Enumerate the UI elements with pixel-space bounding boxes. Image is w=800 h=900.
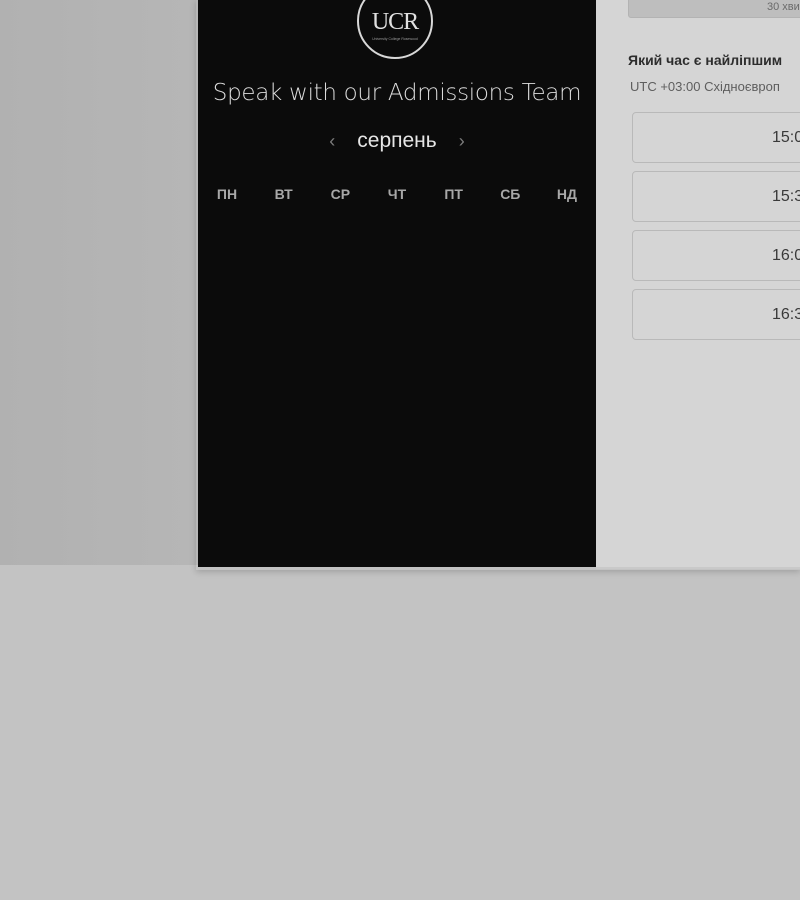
chevron-left-icon[interactable]: ‹ [325, 126, 339, 156]
scheduler-title: Speak with our Admissions Team [212, 80, 582, 106]
time-slot-button[interactable]: 16:3 [632, 289, 800, 340]
time-slot-label: 16:0 [772, 247, 800, 264]
logo-text: UCR [371, 9, 419, 35]
weekday-fri: ПТ [444, 186, 463, 202]
timezone-selector[interactable]: UTC +03:00 Східноєвроп [630, 79, 780, 94]
weekday-mon: ПН [216, 186, 238, 202]
page: UCR University College Rosewood Speak wi… [0, 0, 800, 900]
duration-button[interactable]: 30 хви [628, 0, 800, 18]
calendar-panel: UCR University College Rosewood Speak wi… [198, 0, 596, 567]
weekday-tue: ВТ [274, 186, 293, 202]
month-navigation: ‹ серпень › [198, 126, 596, 156]
weekday-wed: СР [330, 186, 351, 202]
time-slot-button[interactable]: 15:3 [632, 171, 800, 222]
chevron-right-icon[interactable]: › [455, 126, 469, 156]
time-slot-label: 16:3 [772, 306, 800, 323]
weekday-sat: СБ [500, 186, 521, 202]
duration-label: 30 хви [767, 1, 800, 13]
weekday-sun: НД [556, 186, 577, 202]
weekday-thu: ЧТ [387, 186, 407, 202]
time-slot-button[interactable]: 16:0 [632, 230, 800, 281]
logo-tagline: University College Rosewood [372, 37, 418, 41]
time-slot-label: 15:0 [772, 129, 800, 146]
month-label: серпень [357, 129, 437, 152]
backdrop-lower [0, 565, 800, 900]
time-slot-button[interactable]: 15:0 [632, 112, 800, 163]
time-heading: Який час є найліпшим [628, 52, 783, 68]
time-slot-label: 15:3 [772, 188, 800, 205]
time-selection-panel: 30 хви Який час є найліпшим UTC +03:00 С… [596, 0, 800, 569]
weekday-header: ПН ВТ СР ЧТ ПТ СБ НД [198, 186, 596, 202]
ucr-logo: UCR University College Rosewood [357, 0, 433, 59]
